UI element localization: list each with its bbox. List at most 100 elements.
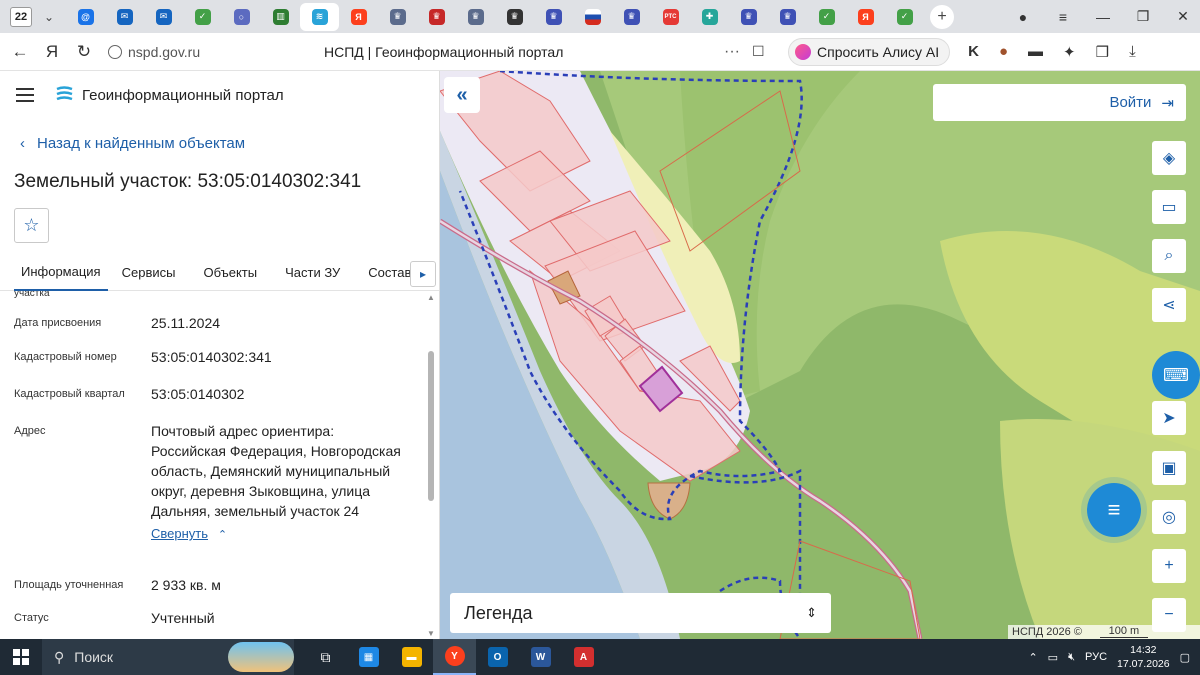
notifications-icon[interactable]: ▢ bbox=[1180, 651, 1190, 664]
tab-emblem-1[interactable]: ♛ bbox=[378, 3, 417, 31]
profile-icon[interactable]: ● bbox=[1014, 9, 1032, 25]
tray-overflow-icon[interactable]: ⌃ bbox=[1028, 651, 1037, 664]
tab-emblem-5[interactable]: ♛ bbox=[534, 3, 573, 31]
login-button[interactable]: Войти ⇥ bbox=[933, 84, 1186, 121]
collapse-panel-button[interactable]: « bbox=[444, 77, 480, 113]
tab-count-badge[interactable]: 22 bbox=[10, 6, 32, 27]
tab-emblem-8[interactable]: ♛ bbox=[768, 3, 807, 31]
tab-yandex-1[interactable]: Я bbox=[339, 3, 378, 31]
back-to-results-link[interactable]: ‹ Назад к найденным объектам bbox=[20, 135, 245, 152]
share-button[interactable]: ⋖ bbox=[1152, 288, 1186, 322]
zoom-in-button[interactable]: + bbox=[1152, 549, 1186, 583]
back-arrow-icon[interactable]: ← bbox=[4, 42, 36, 62]
tab-gosuslugi-2[interactable]: ✓ bbox=[807, 3, 846, 31]
outlook-icon: O bbox=[487, 647, 508, 667]
site-info-icon[interactable] bbox=[108, 44, 122, 59]
chat-button[interactable]: ≡ bbox=[1087, 483, 1141, 537]
area-search-button[interactable]: ⌕ bbox=[1152, 239, 1186, 273]
network-icon[interactable]: ▭ bbox=[1048, 651, 1058, 664]
tabs-dropdown-icon[interactable]: ⌄ bbox=[38, 10, 60, 24]
tab-mail-2[interactable]: ✉ bbox=[105, 3, 144, 31]
tab-objects[interactable]: Объекты bbox=[189, 255, 271, 291]
tab-docs[interactable]: ▥ bbox=[261, 3, 300, 31]
tab-information[interactable]: Информация bbox=[14, 255, 108, 291]
property-value: 25.11.2024 bbox=[151, 315, 221, 331]
volume-muted-icon[interactable]: 🔇︎ bbox=[1068, 651, 1075, 664]
print-area-button[interactable]: ▣ bbox=[1152, 451, 1186, 485]
tab-rts[interactable]: РТС bbox=[651, 3, 690, 31]
ext-hat-icon[interactable]: ▬ bbox=[1028, 43, 1043, 60]
tab-mail-3[interactable]: ✉ bbox=[144, 3, 183, 31]
property-label: Адрес bbox=[14, 425, 46, 437]
minus-icon: − bbox=[1164, 606, 1174, 623]
reload-icon[interactable]: ↻ bbox=[68, 42, 100, 62]
tabs-scroll-right-button[interactable]: ▸ bbox=[410, 261, 436, 287]
extensions-icon[interactable]: ✦ bbox=[1063, 43, 1076, 61]
collections-icon[interactable]: ❒ bbox=[1096, 43, 1109, 61]
clock[interactable]: 14:32 17.07.2026 bbox=[1117, 643, 1170, 671]
favorite-button[interactable]: ☆ bbox=[14, 208, 49, 243]
tab-emblem-4[interactable]: ♛ bbox=[495, 3, 534, 31]
explorer-app[interactable]: ▬ bbox=[390, 639, 433, 675]
tab-emblem-6[interactable]: ♛ bbox=[612, 3, 651, 31]
tab-service-1[interactable]: ○ bbox=[222, 3, 261, 31]
tab-services[interactable]: Сервисы bbox=[108, 255, 190, 291]
tab-parts[interactable]: Части ЗУ bbox=[271, 255, 354, 291]
geolocation-button[interactable]: ➤ bbox=[1152, 401, 1186, 435]
legend-panel[interactable]: Легенда ⇕ bbox=[450, 593, 831, 633]
ring-icon: ○ bbox=[233, 8, 250, 25]
map-view[interactable]: « Войти ⇥ ◈ ▭ ⌕ ⋖ ⌨ ➤ ▣ ◎ + − ≡ Легенда … bbox=[440, 71, 1200, 639]
tab-gosuslugi-3[interactable]: ✓ bbox=[885, 3, 924, 31]
start-button[interactable] bbox=[0, 649, 42, 665]
outlook-app[interactable]: O bbox=[476, 639, 519, 675]
chevron-up-icon[interactable]: ⌃ bbox=[218, 529, 227, 541]
assistant-badge-button[interactable]: ⌨ bbox=[1152, 351, 1200, 399]
word-app[interactable]: W bbox=[519, 639, 562, 675]
yandex-browser-app[interactable]: Y bbox=[433, 639, 476, 675]
alisa-button[interactable]: Спросить Алису AI bbox=[788, 37, 951, 66]
locate-button[interactable]: ◎ bbox=[1152, 500, 1186, 534]
tab-yandex-2[interactable]: Я bbox=[846, 3, 885, 31]
scroll-down-icon[interactable]: ▼ bbox=[427, 629, 435, 638]
language-indicator[interactable]: РУС bbox=[1085, 651, 1107, 663]
url-field[interactable]: nspd.gov.ru bbox=[108, 44, 318, 60]
expand-collapse-icon[interactable]: ⇕ bbox=[806, 605, 817, 621]
yandex-home-icon[interactable]: Я bbox=[36, 42, 68, 62]
scroll-up-icon[interactable]: ▲ bbox=[427, 293, 435, 302]
map-canvas[interactable] bbox=[440, 71, 1200, 639]
more-icon[interactable]: ··· bbox=[724, 43, 752, 61]
task-view-button[interactable]: ⧉ bbox=[304, 639, 347, 675]
minimize-icon[interactable]: — bbox=[1094, 9, 1112, 25]
search-icon: ⚲ bbox=[54, 648, 65, 665]
layers-button[interactable]: ◈ bbox=[1152, 141, 1186, 175]
tab-nspd-active[interactable]: ≋ bbox=[300, 2, 339, 31]
measure-button[interactable]: ▭ bbox=[1152, 190, 1186, 224]
download-icon[interactable]: ⤓ bbox=[1129, 43, 1136, 60]
search-highlight-image bbox=[228, 642, 294, 672]
close-icon[interactable]: ✕ bbox=[1174, 8, 1192, 25]
tab-emblem-7[interactable]: ♛ bbox=[729, 3, 768, 31]
bookmark-icon[interactable]: ☐ bbox=[752, 43, 776, 60]
black-emblem-icon: ♛ bbox=[506, 8, 523, 25]
tab-mail-1[interactable]: @ bbox=[66, 3, 105, 31]
russia-flag-icon bbox=[584, 8, 601, 25]
taskbar-search[interactable]: ⚲ Поиск bbox=[42, 639, 294, 675]
store-app[interactable]: ▦ bbox=[347, 639, 390, 675]
hamburger-menu-icon[interactable] bbox=[16, 88, 34, 102]
tab-emblem-3[interactable]: ♛ bbox=[456, 3, 495, 31]
restore-icon[interactable]: ❐ bbox=[1134, 8, 1152, 25]
panel-scrollbar[interactable]: ▲ ▼ bbox=[427, 293, 435, 639]
tab-flag[interactable] bbox=[573, 3, 612, 31]
property-value: Почтовый адрес ориентира: Российская Фед… bbox=[151, 423, 401, 519]
menu-icon[interactable]: ≡ bbox=[1054, 9, 1072, 25]
scrollbar-thumb[interactable] bbox=[428, 351, 434, 501]
tab-service-2[interactable]: ✚ bbox=[690, 3, 729, 31]
tab-emblem-2[interactable]: ♛ bbox=[417, 3, 456, 31]
ext-avatar-icon[interactable]: ● bbox=[999, 43, 1008, 60]
pdf-app[interactable]: A bbox=[562, 639, 605, 675]
tab-gosuslugi-1[interactable]: ✓ bbox=[183, 3, 222, 31]
new-tab-button[interactable]: + bbox=[930, 4, 954, 29]
map-attribution: НСПД 2026 © 100 m bbox=[1008, 625, 1200, 639]
ext-k-icon[interactable]: K bbox=[968, 43, 979, 60]
collapse-link[interactable]: Свернуть bbox=[151, 526, 208, 541]
